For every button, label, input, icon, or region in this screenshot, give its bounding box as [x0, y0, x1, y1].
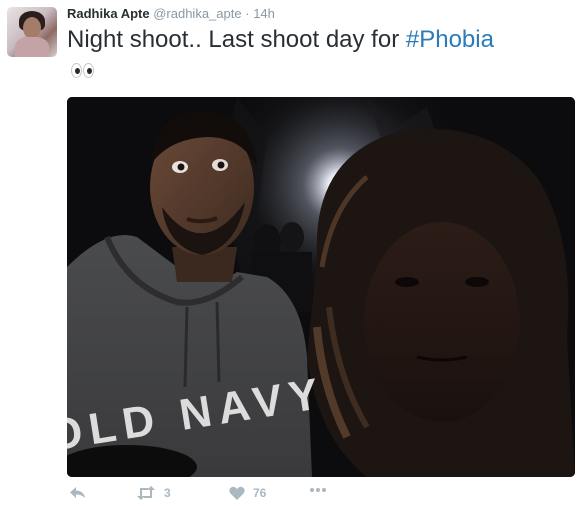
more-button[interactable]	[309, 487, 327, 493]
eyes-emoji	[71, 63, 94, 78]
author-handle[interactable]: @radhika_apte	[153, 6, 241, 21]
heart-icon	[229, 486, 245, 500]
like-button[interactable]: 76	[229, 486, 266, 500]
night-selfie-photo: OLD NAVY	[67, 97, 575, 477]
separator-dot: ·	[245, 6, 250, 21]
eye-right-icon	[83, 63, 94, 78]
hashtag-link[interactable]: #Phobia	[406, 26, 494, 53]
tweet-header: Radhika Apte @radhika_apte · 14h	[67, 6, 275, 22]
tweet-photo[interactable]: OLD NAVY	[67, 97, 575, 477]
avatar-face	[23, 17, 41, 39]
tweet-text: Night shoot.. Last shoot day for #Phobia	[67, 24, 494, 56]
tweet: Radhika Apte @radhika_apte · 14h Night s…	[0, 0, 583, 506]
tweet-actions: 3 76	[67, 486, 367, 506]
retweet-icon	[137, 486, 155, 500]
retweet-count: 3	[164, 486, 171, 500]
retweet-button[interactable]: 3	[136, 486, 171, 500]
eye-left-icon	[71, 63, 82, 78]
reply-button[interactable]	[70, 486, 86, 500]
avatar-body	[15, 37, 49, 57]
tweet-text-main: Night shoot.. Last shoot day for	[67, 26, 406, 53]
reply-icon	[70, 487, 85, 498]
tweet-timestamp[interactable]: 14h	[253, 6, 275, 21]
more-icon	[310, 488, 326, 492]
like-count: 76	[253, 486, 267, 500]
avatar[interactable]	[7, 7, 57, 57]
author-name[interactable]: Radhika Apte	[67, 6, 150, 21]
